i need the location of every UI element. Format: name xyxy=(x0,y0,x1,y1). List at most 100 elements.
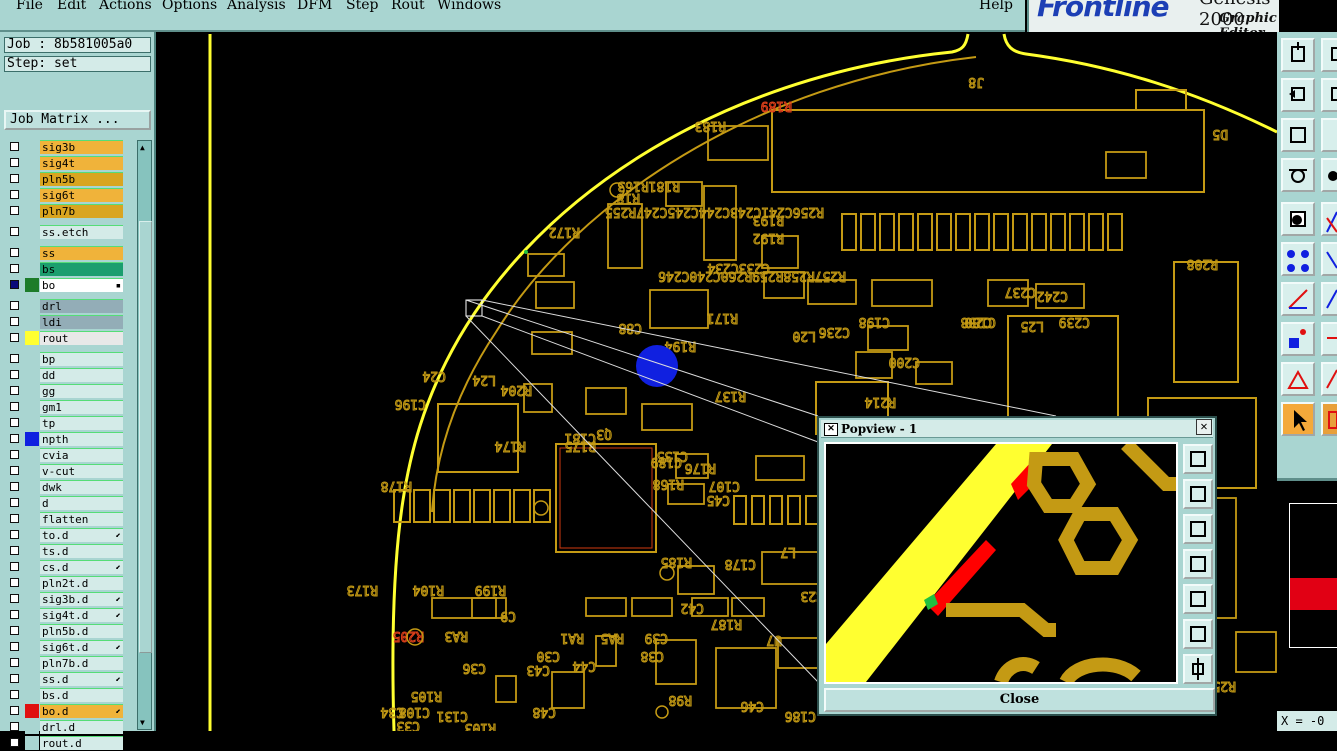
tool-measure-button[interactable] xyxy=(1281,158,1315,192)
layer-checkbox[interactable] xyxy=(10,482,19,491)
layer-color-swatch[interactable] xyxy=(25,688,39,702)
layer-name[interactable]: sig4t xyxy=(40,156,123,170)
layer-name[interactable]: gm1 xyxy=(40,400,123,414)
layer-checkbox[interactable] xyxy=(10,578,19,587)
layer-row-drl[interactable]: drl xyxy=(4,299,124,314)
layer-row-npth[interactable]: npth xyxy=(4,432,124,447)
tool-diagonal-button[interactable] xyxy=(1321,362,1337,396)
layer-name[interactable]: bo ▪ xyxy=(40,278,123,292)
layer-row-drl-d[interactable]: drl.d xyxy=(4,720,124,735)
layer-name[interactable]: cs.d ⬋ xyxy=(40,560,123,574)
layer-row-gm1[interactable]: gm1 xyxy=(4,400,124,415)
layer-row-ss[interactable]: ss xyxy=(4,246,124,261)
layer-checkbox[interactable] xyxy=(10,158,19,167)
layer-name[interactable]: tp xyxy=(40,416,123,430)
layer-name[interactable]: bs xyxy=(40,262,123,276)
layer-checkbox[interactable] xyxy=(10,418,19,427)
menu-dfm[interactable]: DFM xyxy=(297,0,332,13)
tool-angle-button[interactable] xyxy=(1281,282,1315,316)
layer-name[interactable]: sig4t.d ⬋ xyxy=(40,608,123,622)
layer-name[interactable]: rout.d xyxy=(40,736,123,750)
tool-cross-button[interactable] xyxy=(1321,242,1337,276)
layer-row-d[interactable]: d xyxy=(4,496,124,511)
layer-checkbox[interactable] xyxy=(10,658,19,667)
layer-row-bo-d[interactable]: bo.d ⬋ xyxy=(4,704,124,719)
layer-checkbox[interactable] xyxy=(10,434,19,443)
layer-checkbox[interactable] xyxy=(10,402,19,411)
layer-row-ss-etch[interactable]: ss.etch xyxy=(4,225,124,240)
layer-name[interactable]: bo.d ⬋ xyxy=(40,704,123,718)
layer-row-sig3b[interactable]: sig3b xyxy=(4,140,124,155)
popview-close-button[interactable]: Close xyxy=(824,688,1215,712)
layer-color-swatch[interactable] xyxy=(25,299,39,313)
layer-color-swatch[interactable] xyxy=(25,608,39,622)
layer-color-swatch[interactable] xyxy=(25,400,39,414)
scrollbar-thumb[interactable] xyxy=(139,221,152,653)
layer-color-swatch[interactable] xyxy=(25,496,39,510)
layer-row-v-cut[interactable]: v-cut xyxy=(4,464,124,479)
layer-color-swatch[interactable] xyxy=(25,315,39,329)
layer-name[interactable]: pln5b.d xyxy=(40,624,123,638)
layer-color-swatch[interactable] xyxy=(25,480,39,494)
layer-color-swatch[interactable] xyxy=(25,624,39,638)
layer-name[interactable]: to.d ⬋ xyxy=(40,528,123,542)
tool-line-button[interactable] xyxy=(1321,202,1337,236)
layer-name[interactable]: drl.d xyxy=(40,720,123,734)
layer-name[interactable]: pln7b.d xyxy=(40,656,123,670)
popview-pan-right-button[interactable] xyxy=(1183,584,1213,614)
layer-color-swatch[interactable] xyxy=(25,225,39,239)
popview-center-button[interactable] xyxy=(1183,654,1213,684)
layer-checkbox[interactable] xyxy=(10,386,19,395)
layer-color-swatch[interactable] xyxy=(25,576,39,590)
scroll-down-icon[interactable]: ▼ xyxy=(140,718,145,727)
layer-name[interactable]: v-cut xyxy=(40,464,123,478)
tool-minus-button[interactable] xyxy=(1321,322,1337,356)
tool-fit-button[interactable] xyxy=(1321,38,1337,72)
layer-checkbox[interactable] xyxy=(10,264,19,273)
layer-name[interactable]: sig6t.d ⬋ xyxy=(40,640,123,654)
layer-color-swatch[interactable] xyxy=(25,416,39,430)
layer-checkbox[interactable] xyxy=(10,370,19,379)
layer-checkbox[interactable] xyxy=(10,450,19,459)
menu-options[interactable]: Options xyxy=(162,0,217,13)
layer-row-bo[interactable]: bo ▪ xyxy=(4,278,124,293)
layer-row-ldi[interactable]: ldi xyxy=(4,315,124,330)
layer-row-pln7b[interactable]: pln7b xyxy=(4,204,124,219)
layer-color-swatch[interactable] xyxy=(25,512,39,526)
layer-color-swatch[interactable] xyxy=(25,720,39,734)
layer-name[interactable]: flatten xyxy=(40,512,123,526)
popview-pan-left-button[interactable] xyxy=(1183,549,1213,579)
layer-row-rout-d[interactable]: rout.d xyxy=(4,736,124,751)
tool-slope-button[interactable] xyxy=(1321,282,1337,316)
layer-name[interactable]: gg xyxy=(40,384,123,398)
tool-connect-button[interactable] xyxy=(1281,242,1315,276)
layer-name[interactable]: bp xyxy=(40,352,123,366)
layer-checkbox[interactable] xyxy=(10,354,19,363)
layer-checkbox[interactable] xyxy=(10,674,19,683)
layer-checkbox[interactable] xyxy=(10,562,19,571)
layer-name[interactable]: dwk xyxy=(40,480,123,494)
scroll-up-icon[interactable]: ▲ xyxy=(140,143,145,152)
menu-rout[interactable]: Rout xyxy=(391,0,425,13)
layer-checkbox[interactable] xyxy=(10,333,19,342)
menu-edit[interactable]: Edit xyxy=(57,0,86,13)
layer-row-sig6t[interactable]: sig6t xyxy=(4,188,124,203)
layer-color-swatch[interactable] xyxy=(25,656,39,670)
layer-name[interactable]: ss.d ⬋ xyxy=(40,672,123,686)
menu-analysis[interactable]: Analysis xyxy=(227,0,286,13)
layer-name[interactable]: sig3b.d ⬋ xyxy=(40,592,123,606)
layer-name[interactable]: sig3b xyxy=(40,140,123,154)
tool-zoom-fit-button[interactable] xyxy=(1281,118,1315,152)
layer-checkbox[interactable] xyxy=(10,738,19,747)
tool-pan-right-button[interactable] xyxy=(1321,78,1337,112)
layer-name[interactable]: bs.d xyxy=(40,688,123,702)
popview-zoom-out-button[interactable] xyxy=(1183,514,1213,544)
menu-actions[interactable]: Actions xyxy=(99,0,152,13)
layer-name[interactable]: cvia xyxy=(40,448,123,462)
layer-color-swatch[interactable] xyxy=(25,448,39,462)
layer-name[interactable]: ts.d xyxy=(40,544,123,558)
layer-row-bp[interactable]: bp xyxy=(4,352,124,367)
layer-row-rout[interactable]: rout xyxy=(4,331,124,346)
layer-row-sig3b-d[interactable]: sig3b.d ⬋ xyxy=(4,592,124,607)
layer-checkbox[interactable] xyxy=(10,690,19,699)
